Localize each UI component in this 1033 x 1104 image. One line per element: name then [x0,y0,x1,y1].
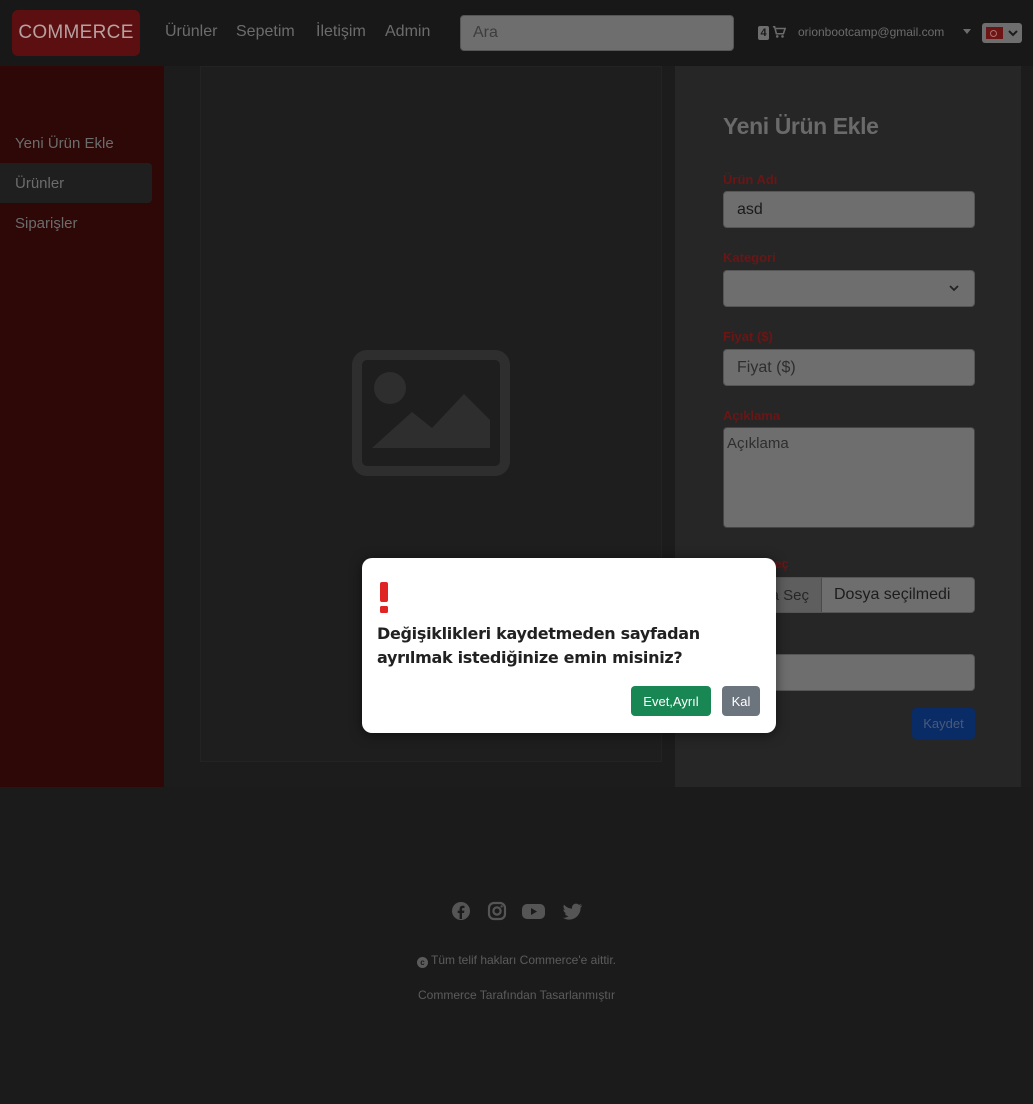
confirm-leave-dialog: Değişiklikleri kaydetmeden sayfadan ayrı… [362,558,776,733]
nav-link-contact[interactable]: İletişim [316,23,366,41]
exclamation-icon [380,582,388,613]
dialog-message: Değişiklikleri kaydetmeden sayfadan ayrı… [377,624,700,667]
cart-count-badge: 4 [758,26,769,40]
form-title: Yeni Ürün Ekle [723,113,879,139]
brand-logo[interactable]: COMMERCE [12,10,140,56]
navbar: COMMERCE Ürünler Sepetim İletişim Admin … [0,0,1033,66]
product-name-label: Ürün Adı [723,172,778,187]
user-menu-toggle[interactable]: orionbootcamp@gmail.com [798,25,944,39]
chevron-down-icon [1008,30,1018,37]
save-button[interactable]: Kaydet [912,708,975,739]
stay-button[interactable]: Kal [722,686,760,716]
chevron-down-icon [949,285,959,292]
turkey-flag-icon [986,27,1003,39]
sidebar-item-new-product[interactable]: Yeni Ürün Ekle [0,123,152,163]
twitter-icon[interactable] [562,900,583,922]
copyright-icon: c [416,957,428,968]
sidebar-item-products[interactable]: Ürünler [0,163,152,203]
nav-link-products[interactable]: Ürünler [165,23,217,41]
price-input[interactable]: Fiyat ($) [723,349,975,386]
sidebar-item-orders[interactable]: Siparişler [0,203,152,243]
cart-icon[interactable] [772,25,786,39]
price-label: Fiyat ($) [723,329,773,344]
file-status-text: Dosya seçilmedi [834,586,951,603]
language-select[interactable] [982,23,1022,43]
facebook-icon[interactable] [451,900,471,922]
chevron-down-icon [963,29,971,34]
search-input[interactable]: Ara [460,15,734,51]
description-label: Açıklama [723,408,781,423]
nav-link-admin[interactable]: Admin [385,23,430,41]
description-textarea[interactable]: Açıklama [723,427,975,528]
confirm-leave-button[interactable]: Evet,Ayrıl [631,686,711,716]
nav-link-cart[interactable]: Sepetim [236,23,295,41]
category-select[interactable] [723,270,975,307]
copyright-text: c Tüm telif hakları Commerce'e aittir. [0,953,1033,968]
youtube-icon[interactable] [521,900,546,922]
product-name-input[interactable]: asd [723,191,975,228]
category-label: Kategori [723,250,776,265]
instagram-icon[interactable] [487,900,507,922]
image-placeholder-icon [352,350,510,476]
designer-credit: Commerce Tarafından Tasarlanmıştır [418,988,615,1002]
